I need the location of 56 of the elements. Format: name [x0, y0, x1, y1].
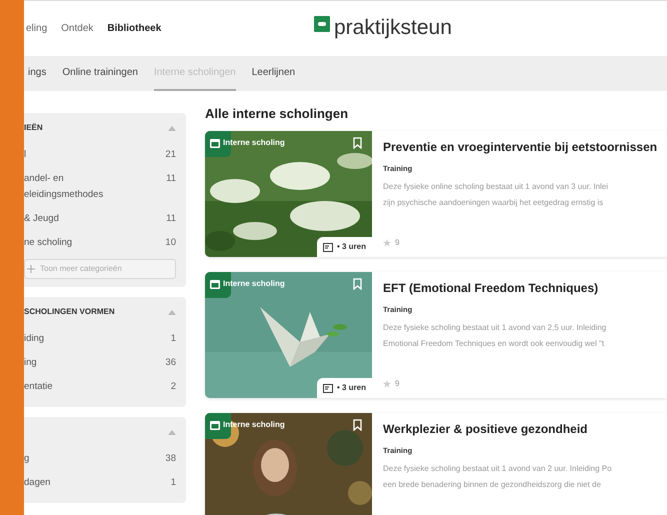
course-title[interactable]: Preventie en vroeginterventie bij eetstoornissen [383, 139, 667, 155]
course-card[interactable] [205, 131, 667, 257]
chevron-icon[interactable] [168, 430, 176, 434]
badge-label: Interne scholing [223, 419, 285, 431]
course-description: Deze fysieke scholing bestaat uit 1 avond van 2,5 uur. Inleiding [383, 322, 608, 334]
chevron-icon[interactable] [168, 126, 176, 130]
course-description: Deze fysieke scholing bestaat uit 1 avond van 2 uur. Inleiding Po [383, 463, 613, 476]
course-description: zijn psychische aandoeningen waarbij het eetgedrag ernstig is [383, 197, 604, 210]
course-description: Emotional Freedom Techniques en wordt ook eenvoudig wel "t [383, 338, 606, 350]
nav-link[interactable]: eling [26, 21, 48, 36]
page-heading: Alle interne scholingen [205, 105, 350, 123]
tab[interactable]: Online trainingen [62, 56, 138, 91]
star-icon [383, 239, 391, 247]
option-count: 36 [165, 356, 176, 370]
option-count: 11 [166, 172, 176, 186]
option-count: 10 [165, 236, 176, 250]
badge-label: Interne scholing [223, 278, 285, 290]
nav-link[interactable]: Bibliotheek [107, 21, 162, 36]
filter-option[interactable]: g [24, 451, 30, 467]
duration-text: • 3 uren [336, 382, 366, 394]
course-description: een brede benadering binnen de gezondheidszorg die niet de [383, 479, 602, 492]
bookmark-icon[interactable] [353, 137, 362, 149]
filter-option[interactable]: entatie [24, 379, 53, 395]
course-icon [322, 242, 333, 252]
filter-title: SCHOLINGEN VORMEN [24, 306, 115, 318]
option-count: 38 [165, 452, 176, 466]
nav-link[interactable]: Ontdek [61, 21, 94, 36]
course-description: Deze fysieke online scholing bestaat uit 1 avond van 3 uur. Inlei [383, 181, 610, 194]
bookmark-icon[interactable] [353, 419, 362, 431]
badge-label: Interne scholing [223, 137, 285, 149]
tab[interactable]: Leerlijnen [252, 56, 296, 91]
filter-option[interactable]: l [24, 147, 26, 163]
option-count: 1 [170, 476, 176, 490]
filter-option[interactable]: & Jeugd [24, 211, 59, 227]
option-count: 11 [166, 212, 176, 226]
logo-text: praktijksteun [334, 16, 452, 40]
filter-option[interactable]: andel- en eleidingsmethodes [24, 171, 104, 203]
rating-count: 9 [395, 378, 400, 390]
duration-text: • 3 uren [336, 241, 366, 253]
filter-option[interactable]: ne scholing [24, 235, 72, 251]
tab[interactable]: ings [28, 56, 46, 91]
option-count: 21 [165, 148, 176, 162]
course-icon [322, 384, 333, 392]
star-icon [383, 380, 391, 388]
course-title[interactable]: EFT (Emotional Freedom Techniques) [383, 280, 667, 296]
filter-option[interactable]: iding [24, 331, 44, 347]
filter-option[interactable]: dagen [24, 475, 50, 491]
filter-title: IEËN [24, 122, 43, 134]
logo-icon [314, 16, 330, 32]
rating-count: 9 [395, 237, 400, 249]
plus-icon [27, 265, 35, 273]
filter-option[interactable]: ing [24, 355, 37, 371]
option-count: 1 [170, 332, 176, 346]
chevron-icon[interactable] [168, 310, 176, 314]
course-title[interactable]: Werkplezier & positieve gezondheid [383, 421, 667, 437]
option-count: 2 [170, 380, 176, 394]
